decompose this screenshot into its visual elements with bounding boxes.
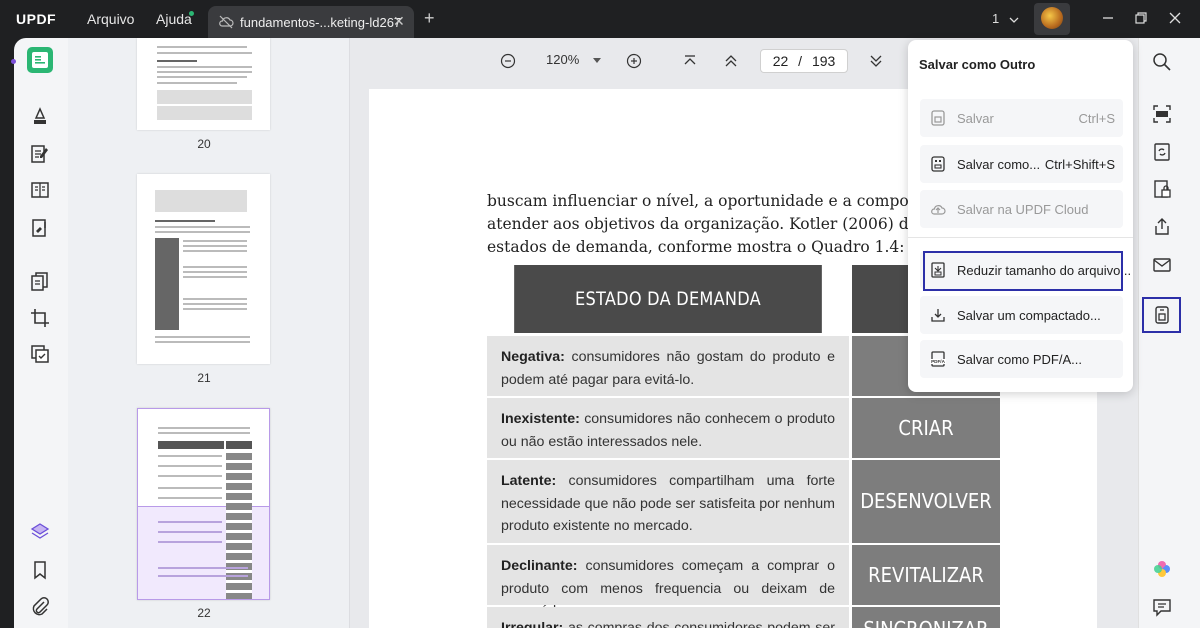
table-row: Inexistente: consumidores não conhecem o… [487,398,849,458]
restore-icon[interactable] [1131,8,1151,28]
thumbnail-page-21[interactable] [137,174,270,364]
first-page-icon[interactable] [683,55,697,67]
table-row: Declinante: consumidores começam a compr… [487,545,849,619]
zoom-level[interactable]: 120% [546,52,579,67]
thumbnail-panel: 20 21 22 [68,38,350,628]
left-toolbar [0,38,68,628]
attachment-icon[interactable] [28,595,52,619]
layers-icon[interactable] [28,520,52,544]
share-icon[interactable] [1151,216,1173,238]
current-page: 22 [772,53,789,69]
page-number-input[interactable]: 22 / 193 [760,49,848,73]
minimize-icon[interactable] [1098,8,1118,28]
bookmark-icon[interactable] [28,558,52,582]
intro-line-3: estados de demanda, conforme mostra o Qu… [487,238,905,256]
highlighter-icon[interactable] [28,104,52,128]
menu-item-label: Salvar como PDF/A... [957,352,1082,367]
zoom-dropdown-icon[interactable] [593,58,601,64]
thumbnail-label-21: 21 [197,371,211,385]
thumbnail-label-22: 22 [197,606,211,620]
thumbnail-page-20[interactable] [137,38,270,130]
tab-title: fundamentos-...keting-ld267 [240,15,402,30]
right-toolbar [1138,38,1200,628]
download-tray-icon [931,309,945,322]
purple-dot [11,59,16,64]
menu-title: Salvar como Outro [919,57,1036,72]
previous-page-icon[interactable] [724,55,738,67]
menu-item-label: Salvar um compactado... [957,308,1101,323]
fill-sign-icon[interactable] [28,216,52,240]
row-task: CRIAR [852,398,1000,458]
tab-close-icon[interactable]: ✕ [393,13,405,30]
edit-text-icon[interactable] [28,142,52,166]
menu-item-shortcut: Ctrl+S [1078,111,1115,126]
menu-item-save-to-cloud[interactable]: Salvar na UPDF Cloud [920,190,1123,228]
form-icon[interactable] [28,178,52,202]
notification-dot [189,11,194,16]
email-icon[interactable] [1151,254,1173,276]
menu-item-label: Salvar [957,111,994,126]
cloud-off-icon [219,15,234,29]
thumbnail-label-20: 20 [197,137,211,151]
title-bar: UPDF Arquivo Ajuda fundamentos-...keting… [0,0,1200,38]
svg-text:PDF/A: PDF/A [931,359,945,364]
close-icon[interactable] [1165,8,1185,28]
row-task: DESENVOLVER [852,460,1000,543]
row-task: SINCRONIZAR [852,607,1000,628]
ai-assistant-icon[interactable] [1151,558,1173,580]
save-as-other-menu: Salvar como Outro Salvar Ctrl+S Salvar c… [908,40,1133,392]
page-separator: / [798,53,803,69]
new-tab-button[interactable]: + [424,9,435,27]
ocr-text-icon[interactable] [1151,103,1173,125]
search-icon[interactable] [1151,51,1173,73]
comment-icon[interactable] [1151,596,1173,618]
menu-item-save[interactable]: Salvar Ctrl+S [920,99,1123,137]
menu-arquivo[interactable]: Arquivo [87,11,134,27]
updf-logo: UPDF [16,11,57,27]
thumbnail-page-22[interactable] [137,408,270,600]
organize-pages-icon[interactable] [28,270,52,294]
crop-icon[interactable] [28,306,52,330]
save-as-icon [931,156,945,172]
save-icon [931,110,945,126]
table-header-state: ESTADO DA DEMANDA [514,265,822,333]
reduce-size-highlight [923,251,1123,291]
page-indicator-value: 1 [992,11,1000,26]
next-page-icon[interactable] [869,55,883,67]
zoom-out-icon[interactable] [500,53,516,69]
avatar [1041,7,1063,29]
menu-item-label: Salvar como... [957,157,1041,172]
page-indicator[interactable]: 1 [992,11,1019,26]
table-row: Negativa: consumidores não gostam do pro… [487,336,849,396]
menu-item-save-flattened[interactable]: Salvar um compactado... [920,296,1123,334]
menu-item-save-pdfa[interactable]: PDF/A Salvar como PDF/A... [920,340,1123,378]
cloud-upload-icon [931,205,946,215]
row-term: Latente: [501,473,557,489]
row-term: Inexistente: [501,411,580,427]
menu-item-shortcut: Ctrl+Shift+S [1044,157,1115,172]
protect-icon[interactable] [1151,178,1173,200]
table-row: Irregular: as compras dos consumidores p… [487,607,849,628]
menu-ajuda[interactable]: Ajuda [156,11,192,27]
row-term: Declinante: [501,558,578,574]
reader-icon [32,52,48,68]
row-task: REVITALIZAR [852,545,1000,605]
pdfa-icon: PDF/A [930,351,946,367]
zoom-in-icon[interactable] [626,53,642,69]
document-tab[interactable]: fundamentos-...keting-ld267 ✕ [208,6,414,38]
menu-item-label: Salvar na UPDF Cloud [957,202,1089,217]
chevron-down-icon [1009,17,1019,23]
ocr-icon[interactable] [28,342,52,366]
menu-item-save-as[interactable]: Salvar como... Ctrl+Shift+S [920,145,1123,183]
row-term: Negativa: [501,349,565,365]
convert-icon[interactable] [1151,141,1173,163]
row-term: Irregular: [501,620,564,628]
menu-separator [908,237,1133,238]
table-row: Latente: consumidores compartilham uma f… [487,460,849,543]
total-pages: 193 [811,53,836,69]
save-as-other-icon[interactable] [1151,304,1173,326]
